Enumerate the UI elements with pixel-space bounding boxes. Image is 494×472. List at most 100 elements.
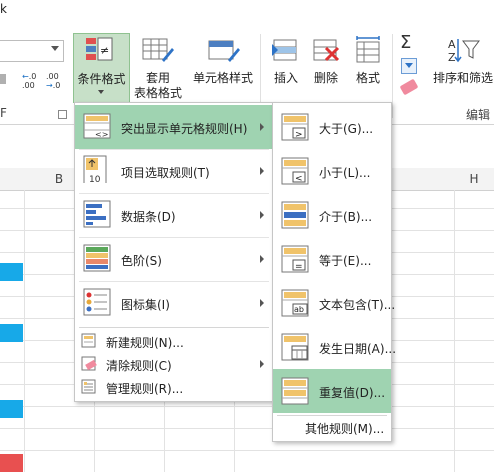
menu-item-label: 突出显示单元格规则(H) <box>121 122 248 136</box>
group-label-fragment: F <box>0 106 7 120</box>
duplicate-values-icon <box>281 377 309 405</box>
menu-item-manage-rules[interactable]: 管理规则(R)... <box>75 376 273 398</box>
gridline <box>0 406 494 407</box>
highlighted-cell[interactable] <box>0 263 23 281</box>
comma-style-icon[interactable] <box>0 74 6 84</box>
format-button[interactable]: 格式 <box>348 33 388 101</box>
svg-text:=: = <box>295 262 303 272</box>
format-cells-icon <box>356 36 380 63</box>
data-bars-icon <box>83 200 111 228</box>
column-label: H <box>469 172 479 186</box>
highlighted-cell[interactable] <box>0 324 23 342</box>
svg-text:<: < <box>295 174 303 184</box>
svg-text:10: 10 <box>89 175 101 183</box>
menu-item-data-bars[interactable]: 数据条(D) <box>75 193 273 237</box>
color-scales-icon <box>83 244 111 272</box>
menu-divider <box>79 327 269 328</box>
menu-item-color-scales[interactable]: 色阶(S) <box>75 237 273 281</box>
submenu-item-label: 大于(G)... <box>319 122 374 136</box>
submenu-item-duplicate-values[interactable]: 重复值(D)... <box>273 369 391 413</box>
svg-text:A: A <box>448 38 456 51</box>
chevron-right-icon <box>260 299 264 307</box>
svg-text:≠: ≠ <box>100 44 109 57</box>
submenu-item-less-than[interactable]: < 小于(L)... <box>273 149 391 193</box>
menu-item-label: 项目选取规则(T) <box>121 166 210 180</box>
chevron-right-icon <box>260 360 264 368</box>
fill-icon[interactable] <box>401 58 417 74</box>
table-format-icon <box>142 38 174 62</box>
highlight-rules-icon: <> <box>83 113 111 139</box>
increase-decimal-button[interactable]: ←.0.00 <box>22 72 42 90</box>
insert-label: 插入 <box>273 71 298 85</box>
submenu-item-label: 重复值(D)... <box>319 386 386 400</box>
gridline <box>0 428 494 429</box>
date-occurring-icon <box>281 333 309 361</box>
format-label: 格式 <box>355 71 380 85</box>
manage-rules-icon <box>81 379 96 394</box>
menu-item-icon-sets[interactable]: 图标集(I) <box>75 281 273 325</box>
chevron-right-icon <box>260 255 264 263</box>
menu-item-clear-rules[interactable]: 清除规则(C) <box>75 353 273 375</box>
submenu-item-more-rules[interactable]: 其他规则(M)... <box>273 417 391 439</box>
chevron-right-icon <box>260 167 264 175</box>
conditional-format-icon: ≠ <box>86 37 113 61</box>
format-as-table-button[interactable]: 套用 表格格式 <box>128 33 188 101</box>
chevron-right-icon <box>260 123 264 131</box>
format-as-table-label-2: 表格格式 <box>133 86 182 100</box>
highlighted-cell-red[interactable] <box>0 454 23 472</box>
font-size-box[interactable] <box>0 40 64 62</box>
delete-button[interactable]: 删除 <box>306 33 346 101</box>
column-label: B <box>54 172 64 186</box>
equal-to-icon: = <box>281 245 309 273</box>
between-icon <box>281 201 309 229</box>
cell-styles-button[interactable]: 单元格样式 <box>190 33 256 101</box>
gridline <box>454 190 455 472</box>
menu-item-label: 清除规则(C) <box>106 359 172 373</box>
column-header[interactable] <box>0 168 25 191</box>
less-than-icon: < <box>281 157 309 185</box>
menu-item-new-rule[interactable]: 新建规则(N)... <box>75 330 273 352</box>
menu-item-label: 色阶(S) <box>121 254 162 268</box>
highlighted-cell[interactable] <box>0 400 23 418</box>
submenu-item-label: 文本包含(T)... <box>319 298 396 312</box>
sort-filter-button[interactable]: A Z 排序和筛选 <box>432 33 494 101</box>
group-separator <box>392 34 393 118</box>
conditional-format-menu: <> 突出显示单元格规则(H) 10 项目选取规则(T) 数据条(D) 色阶(S… <box>74 102 274 402</box>
clear-rules-icon <box>81 356 97 371</box>
eraser-icon[interactable] <box>399 78 419 96</box>
chevron-right-icon <box>260 211 264 219</box>
highlight-rules-submenu: > 大于(G)... < 小于(L)... 介于(B)... = 等于(E)..… <box>272 102 396 442</box>
cell-styles-label: 单元格样式 <box>192 71 253 85</box>
text-contains-icon: ab <box>281 289 309 317</box>
submenu-item-text-contains[interactable]: ab 文本包含(T)... <box>273 281 395 325</box>
submenu-item-equal-to[interactable]: = 等于(E)... <box>273 237 391 281</box>
decrease-decimal-button[interactable]: .00 →.0 <box>46 72 66 90</box>
insert-button[interactable]: 插入 <box>266 33 306 101</box>
gridline <box>24 190 25 472</box>
svg-text:<>: <> <box>95 130 108 139</box>
conditional-format-label: 条件格式 <box>77 72 126 86</box>
sigma-icon: Σ <box>400 32 412 53</box>
new-rule-icon <box>81 333 96 348</box>
conditional-format-button[interactable]: ≠ 条件格式 <box>73 33 130 103</box>
column-header-h[interactable]: H <box>454 168 494 191</box>
submenu-item-label: 小于(L)... <box>319 166 371 180</box>
submenu-item-label: 其他规则(M)... <box>305 422 385 436</box>
submenu-item-greater-than[interactable]: > 大于(G)... <box>273 105 391 149</box>
chevron-down-icon <box>98 90 104 94</box>
autosum-button[interactable]: Σ <box>400 34 426 52</box>
submenu-item-date-occurring[interactable]: 发生日期(A)... <box>273 325 396 369</box>
title-strip: k <box>0 0 494 24</box>
sort-filter-label: 排序和筛选 <box>432 71 493 85</box>
menu-item-label: 数据条(D) <box>121 210 176 224</box>
top-bottom-rules-icon: 10 <box>83 155 107 183</box>
icon-sets-icon <box>83 288 111 316</box>
menu-item-top-bottom-rules[interactable]: 10 项目选取规则(T) <box>75 149 273 193</box>
chevron-down-icon <box>51 46 59 51</box>
dialog-launcher-icon[interactable] <box>58 110 67 119</box>
menu-item-highlight-rules[interactable]: <> 突出显示单元格规则(H) <box>75 105 273 149</box>
submenu-item-label: 介于(B)... <box>319 210 373 224</box>
gridline <box>0 450 494 451</box>
submenu-item-between[interactable]: 介于(B)... <box>273 193 391 237</box>
submenu-item-label: 发生日期(A)... <box>319 342 397 356</box>
